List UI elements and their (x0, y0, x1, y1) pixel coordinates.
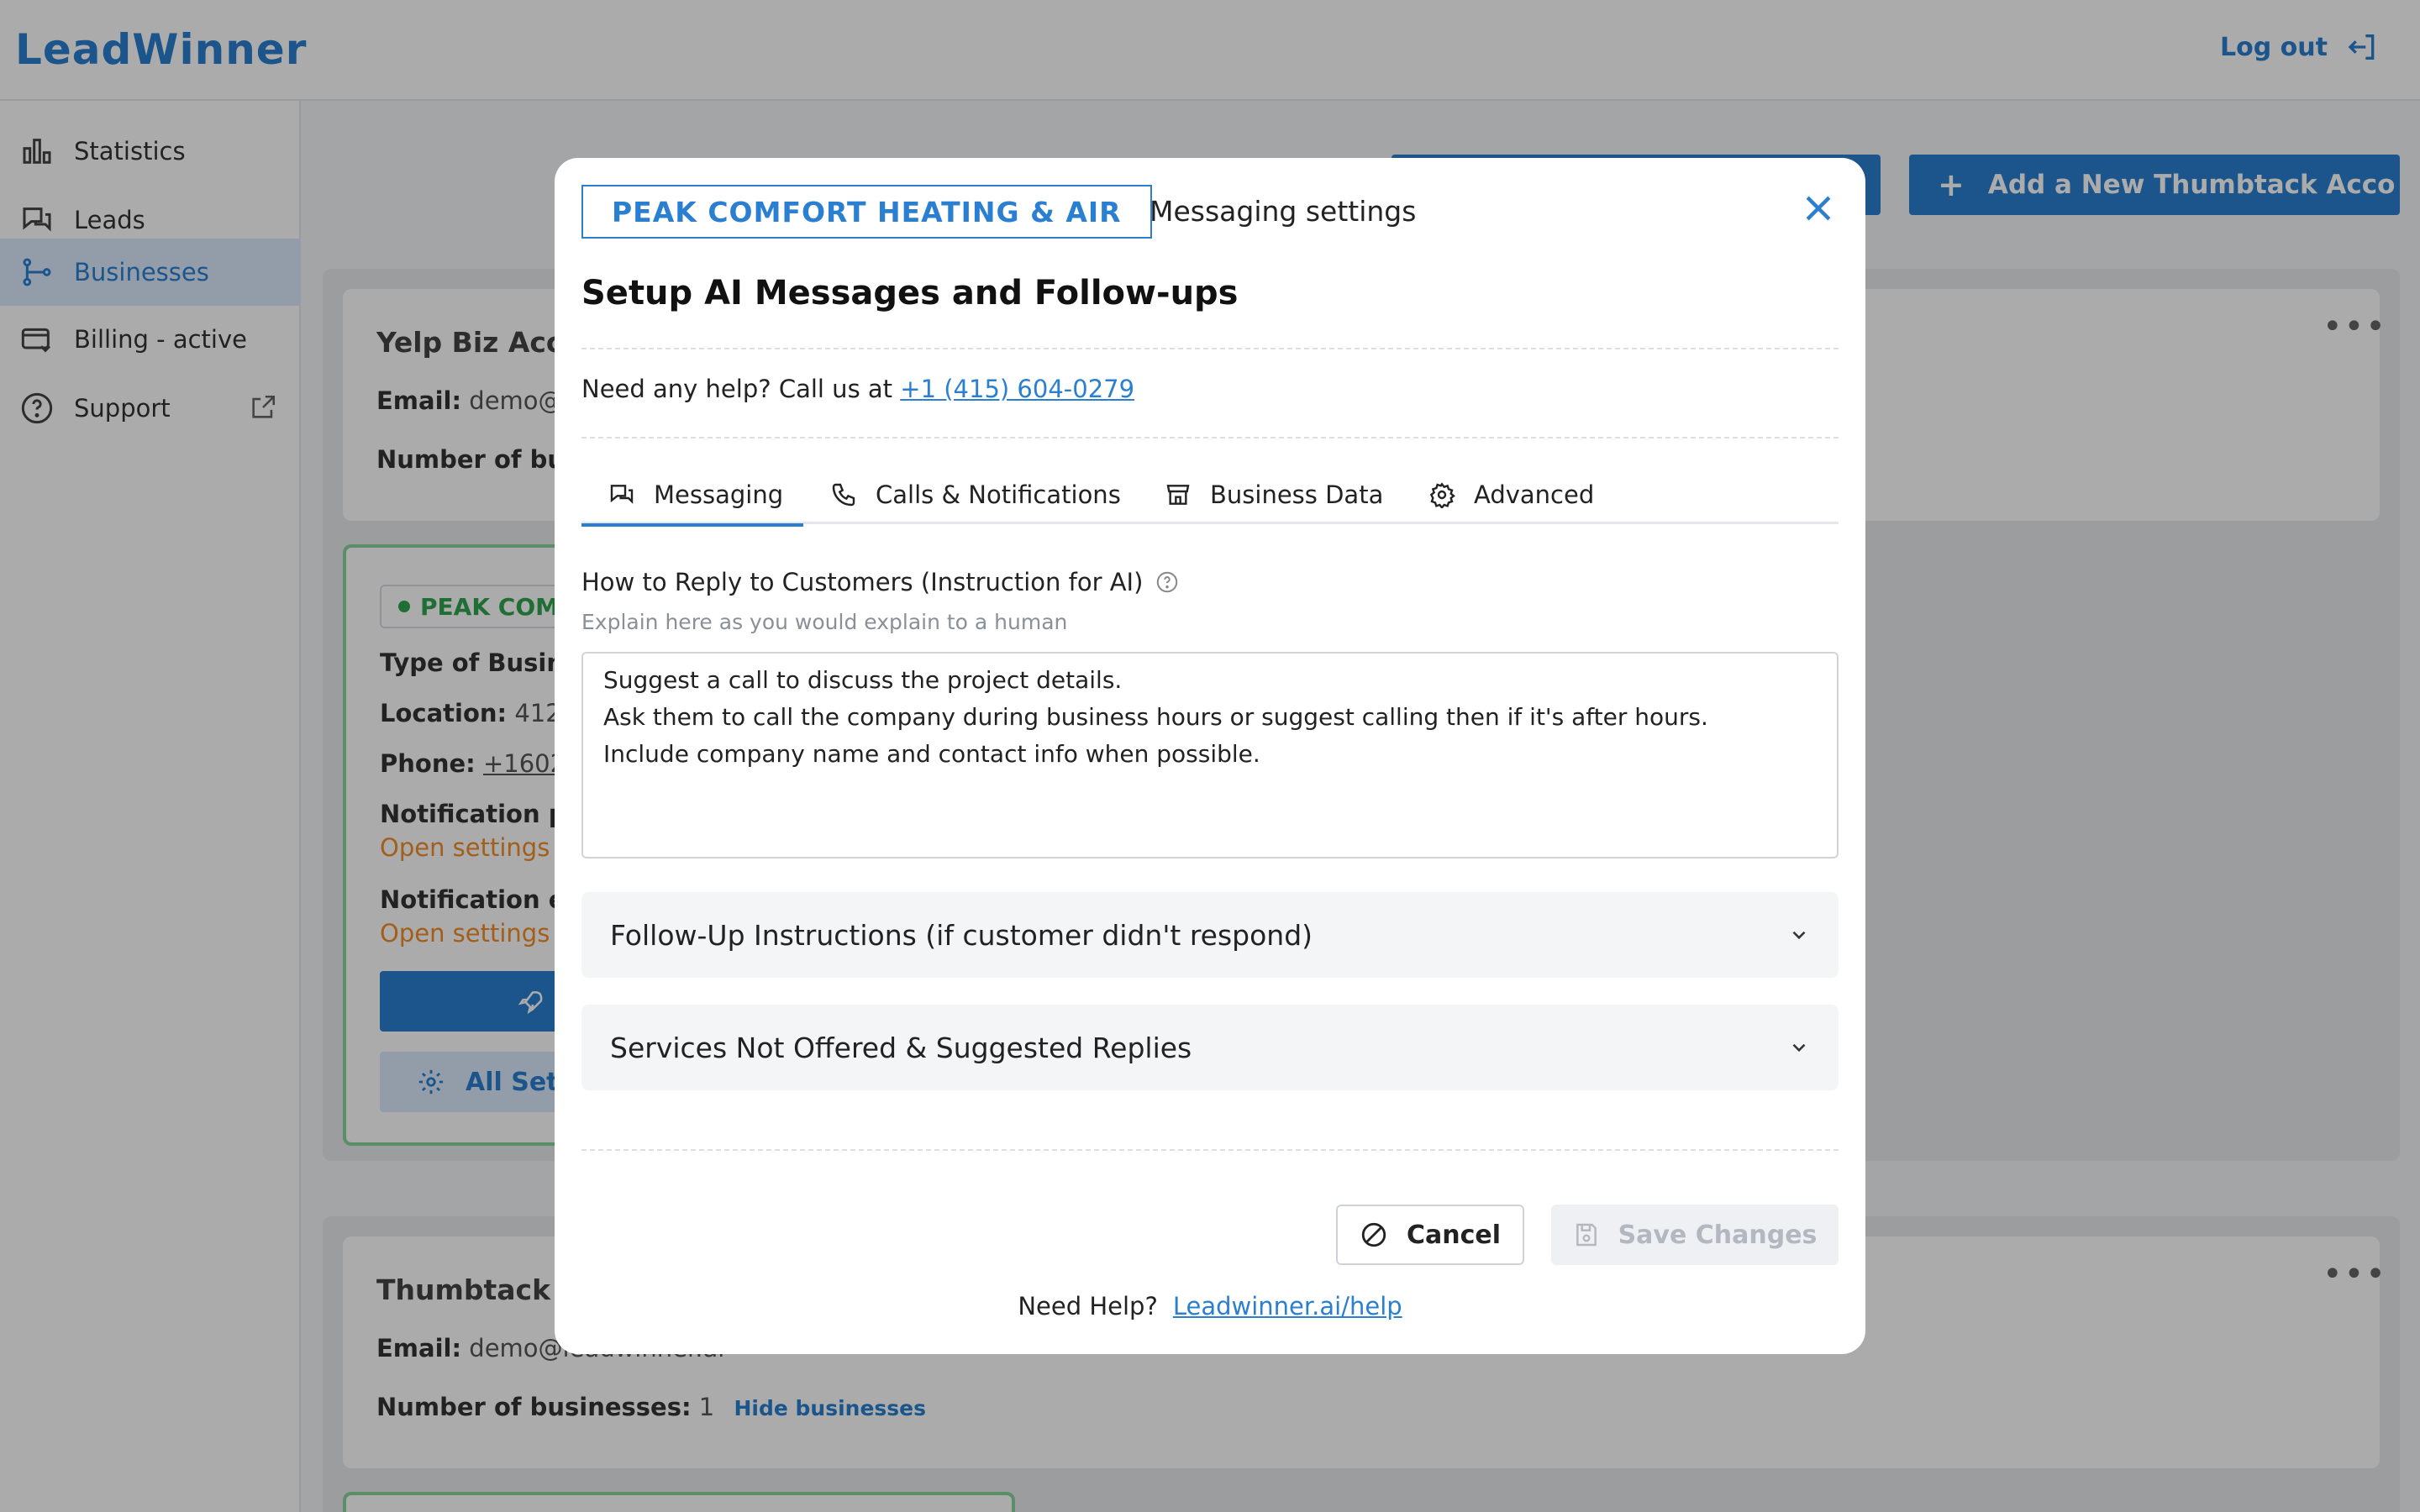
services-not-offered-accordion[interactable]: Services Not Offered & Suggested Replies (581, 1005, 1839, 1090)
follow-up-accordion[interactable]: Follow-Up Instructions (if customer didn… (581, 892, 1839, 978)
save-changes-button[interactable]: Save Changes (1551, 1205, 1839, 1265)
business-name-badge: PEAK COMFORT HEATING & AIR (581, 185, 1152, 239)
tab-advanced[interactable]: Advanced (1428, 465, 1594, 524)
footer-help-text: Need Help? (1018, 1292, 1158, 1320)
messaging-settings-modal: PEAK COMFORT HEATING & AIR Messaging set… (555, 158, 1865, 1354)
chat-icon (610, 485, 634, 504)
cancel-label: Cancel (1406, 1220, 1502, 1250)
reply-instruction-hint: Explain here as you would explain to a h… (581, 610, 1068, 634)
divider (581, 1149, 1839, 1151)
footer-help: Need Help? Leadwinner.ai/help (555, 1292, 1865, 1320)
store-icon (1166, 485, 1190, 505)
phone-icon (832, 483, 855, 507)
divider (581, 437, 1839, 438)
textarea-line: Ask them to call the company during busi… (603, 703, 1708, 731)
modal-title: Setup AI Messages and Follow-ups (581, 274, 1239, 312)
help-phone-link[interactable]: +1 (415) 604-0279 (900, 375, 1134, 403)
gear-icon (1429, 482, 1455, 508)
reply-label-text: How to Reply to Customers (Instruction f… (581, 568, 1144, 596)
tab-label: Messaging (654, 480, 784, 509)
close-icon[interactable] (1800, 190, 1837, 227)
reply-instruction-label: How to Reply to Customers (Instruction f… (581, 568, 1180, 596)
accordion-label: Services Not Offered & Suggested Replies (610, 1031, 1192, 1064)
tab-business-data[interactable]: Business Data (1165, 465, 1383, 524)
save-icon (1576, 1223, 1597, 1247)
help-text: Need any help? Call us at (581, 375, 893, 403)
chevron-down-icon (1792, 931, 1806, 940)
save-label: Save Changes (1618, 1220, 1818, 1250)
info-icon[interactable] (1155, 570, 1180, 595)
reply-instruction-textarea[interactable]: Suggest a call to discuss the project de… (581, 652, 1839, 858)
divider (581, 348, 1839, 349)
tab-messaging[interactable]: Messaging (581, 465, 803, 527)
footer-help-link[interactable]: Leadwinner.ai/help (1173, 1292, 1402, 1320)
settings-tabs: Messaging Calls & Notifications Business… (581, 465, 1839, 527)
help-line: Need any help? Call us at +1 (415) 604-0… (581, 375, 1134, 403)
tab-label: Business Data (1210, 480, 1384, 509)
textarea-line: Include company name and contact info wh… (603, 740, 1260, 768)
cancel-button[interactable]: Cancel (1336, 1205, 1524, 1265)
tab-label: Calls & Notifications (876, 480, 1121, 509)
tab-label: Advanced (1474, 480, 1595, 509)
modal-subtitle: Messaging settings (1150, 195, 1417, 228)
cancel-icon (1361, 1222, 1386, 1247)
accordion-label: Follow-Up Instructions (if customer didn… (610, 918, 1313, 952)
chevron-down-icon (1792, 1043, 1806, 1053)
tab-calls-notifications[interactable]: Calls & Notifications (830, 465, 1121, 524)
textarea-line: Suggest a call to discuss the project de… (603, 666, 1123, 694)
